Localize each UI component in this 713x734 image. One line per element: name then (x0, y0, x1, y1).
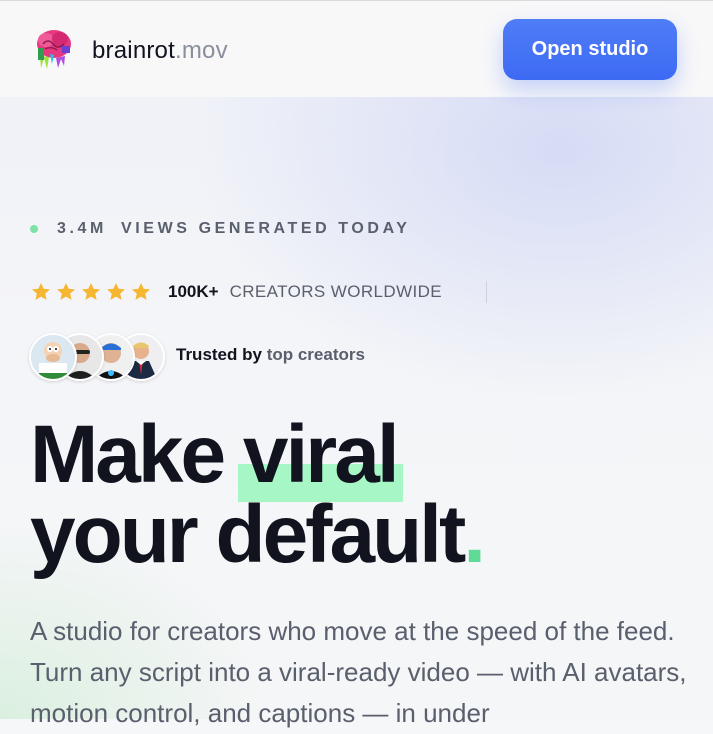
divider (486, 281, 487, 303)
creators-count: 100K+ (168, 282, 219, 301)
trusted-suffix: top creators (266, 345, 365, 364)
headline-line-2: your default. (30, 494, 486, 576)
brand-name-main: brainrot (92, 37, 175, 64)
headline-dot: . (463, 489, 486, 580)
star-icon (57, 283, 75, 300)
star-icon (107, 283, 125, 300)
live-views-count: 3.4M (57, 220, 107, 237)
headline-line-1: Make viral (30, 409, 483, 502)
hero-headline: Make viral your default. (30, 409, 486, 576)
live-views-label: VIEWS GENERATED TODAY (120, 220, 411, 237)
brain-logo-icon[interactable] (34, 28, 74, 70)
open-studio-button[interactable]: Open studio (503, 19, 677, 80)
star-icon (132, 283, 150, 300)
hero-subtext: A studio for creators who move at the sp… (30, 616, 687, 728)
brand-name-extension: .mov (174, 37, 228, 64)
headline-viral-highlight: viral (237, 409, 403, 502)
live-views-indicator: 3.4M VIEWS GENERATED TODAY (30, 218, 411, 240)
rating-row: 100K+ CREATORS WORLDWIDE (30, 280, 442, 304)
star-rating (30, 281, 152, 303)
trusted-prefix: Trusted by (176, 345, 262, 364)
avatar (29, 333, 77, 381)
headline-your-default: your default (30, 489, 466, 580)
star-icon (82, 283, 100, 300)
site-header: brainrot.mov Open studio (0, 1, 713, 97)
trusted-by-text: Trusted by top creators (176, 345, 365, 365)
creators-label: CREATORS WORLDWIDE (229, 282, 443, 301)
headline-make: Make (30, 409, 226, 500)
brand-name[interactable]: brainrot.mov (92, 37, 228, 65)
star-icon (32, 283, 50, 300)
live-status-dot-icon (30, 225, 38, 233)
